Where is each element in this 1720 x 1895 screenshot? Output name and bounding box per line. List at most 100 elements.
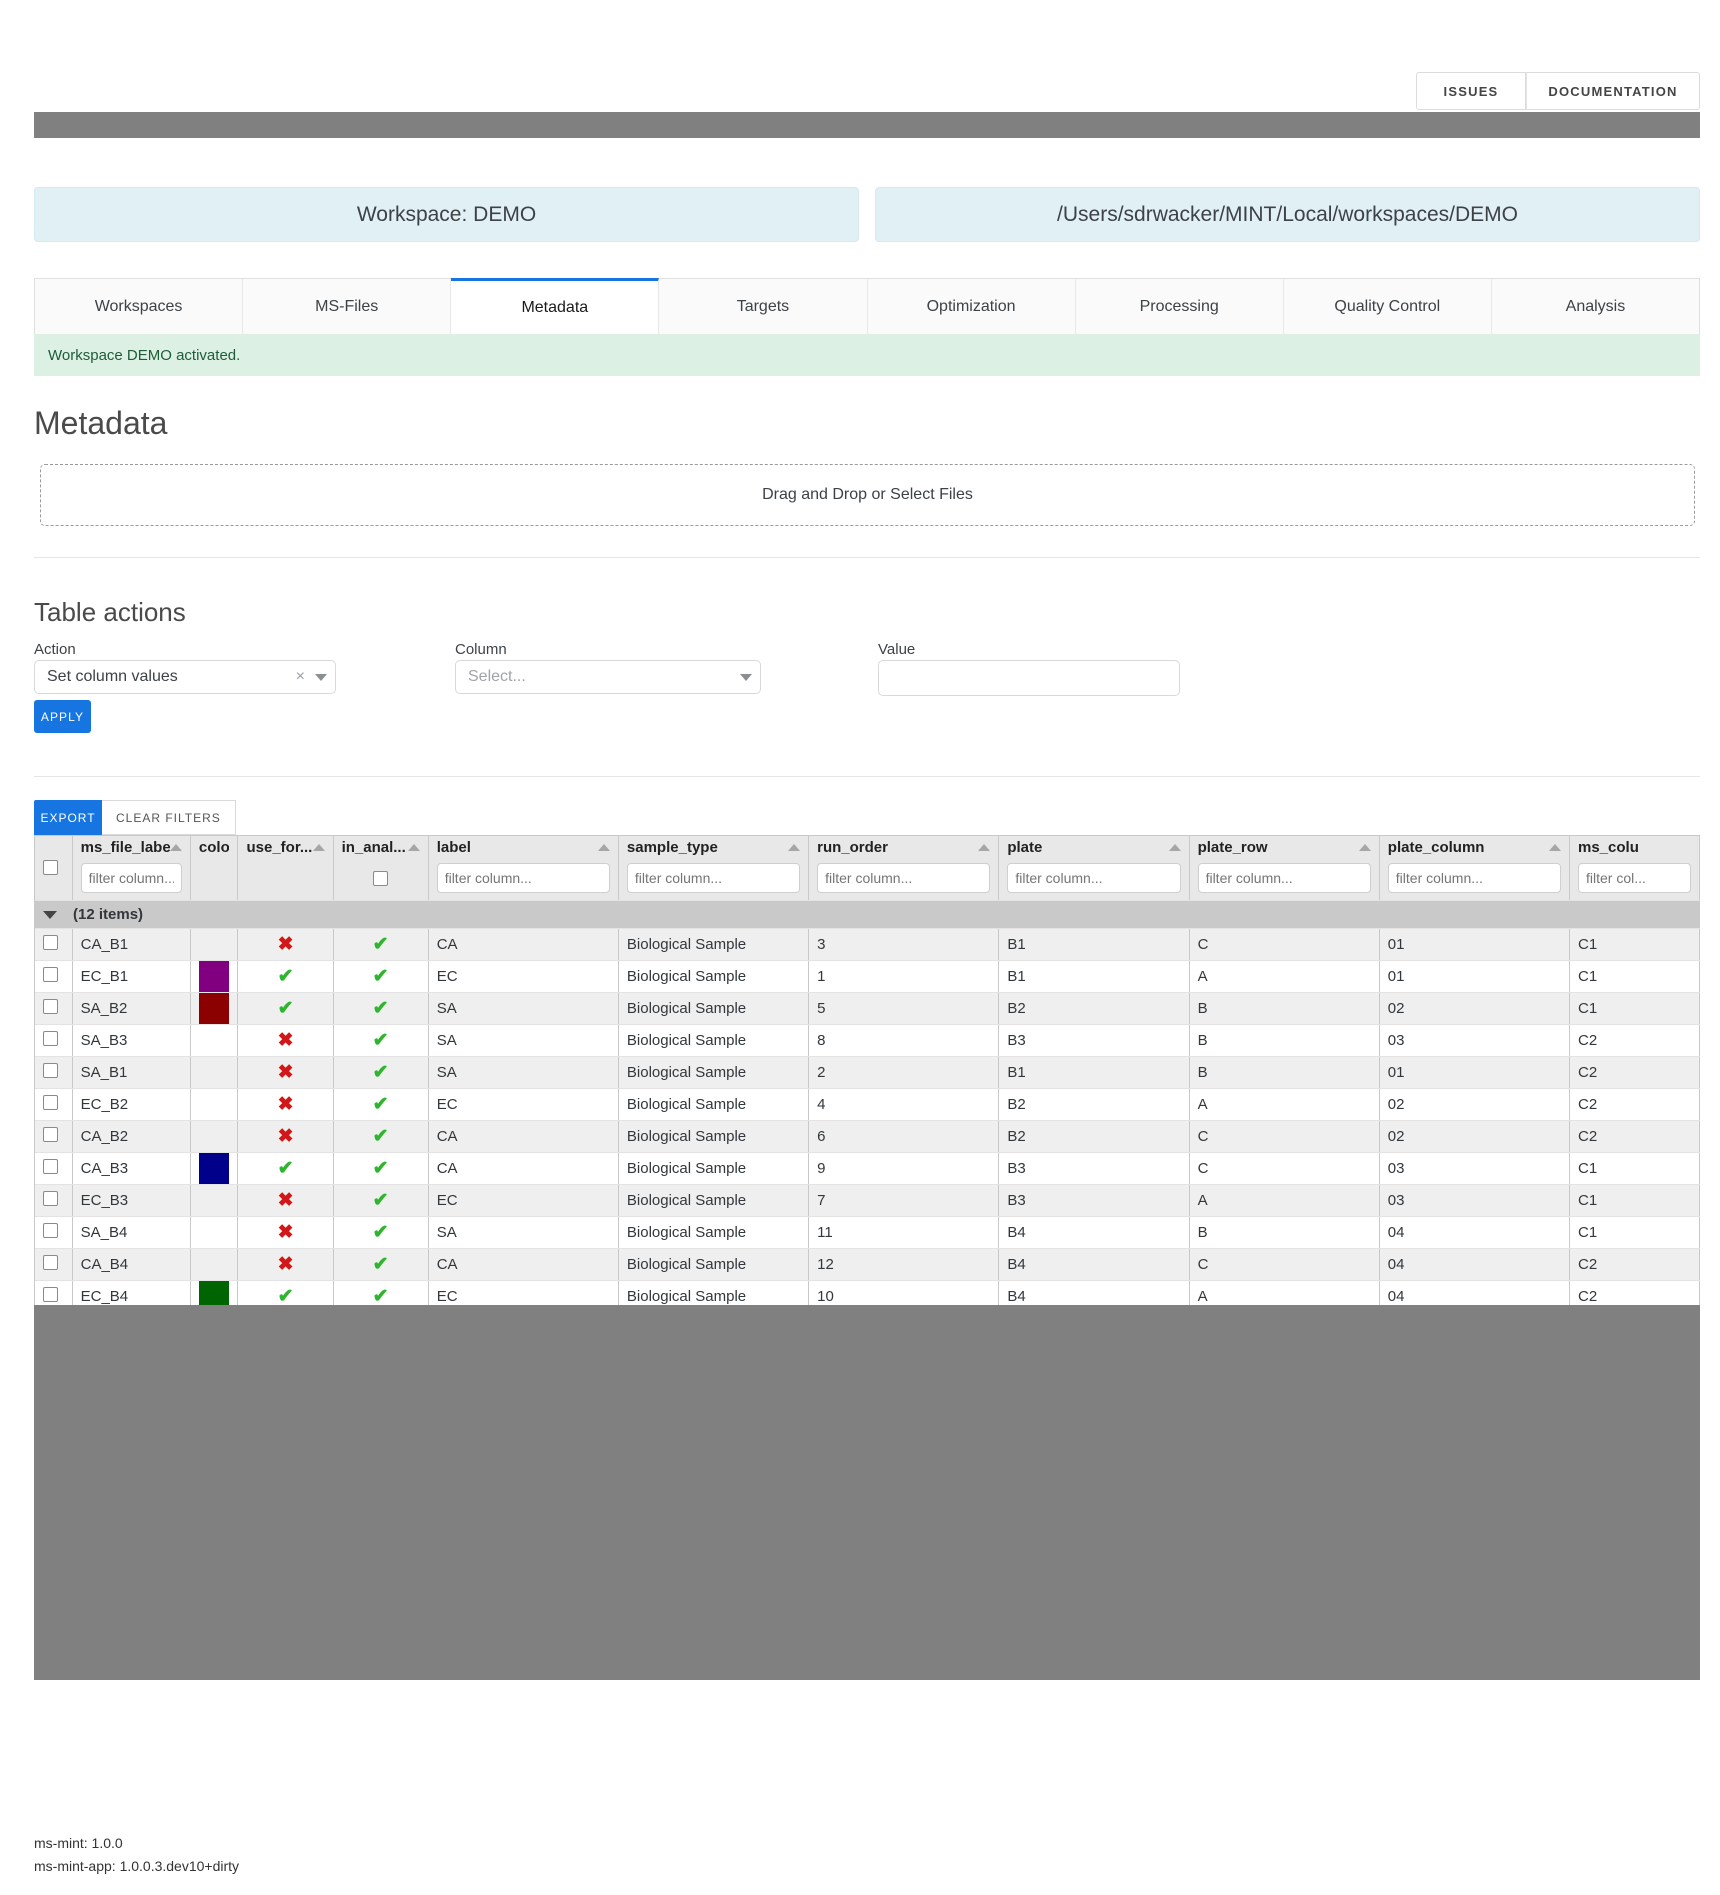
table-row[interactable]: EC_B4 ✔ ✔ EC Biological Sample 10 B4 A 04 C2 <box>35 1280 1700 1305</box>
cell-in_analysis[interactable]: ✔ <box>333 928 429 961</box>
filter-input-run_order[interactable] <box>817 863 991 893</box>
sort-ascending-icon[interactable] <box>788 843 801 851</box>
metadata-table-wrapper[interactable]: ms_file_label color use_for... in_anal... la… <box>34 835 1700 1305</box>
table-row[interactable]: EC_B2 ✖ ✔ EC Biological Sample 4 B2 A 02 C2 <box>35 1088 1700 1121</box>
row-select-checkbox[interactable] <box>43 1063 58 1078</box>
issues-button[interactable]: ISSUES <box>1416 72 1526 110</box>
row-select-checkbox[interactable] <box>43 1127 58 1142</box>
row-select-checkbox[interactable] <box>43 999 58 1014</box>
clear-filters-button[interactable]: CLEAR FILTERS <box>102 800 236 835</box>
table-row[interactable]: SA_B2 ✔ ✔ SA Biological Sample 5 B2 B 02 C1 <box>35 992 1700 1025</box>
cell-in_analysis[interactable]: ✔ <box>333 1280 429 1305</box>
tab-metadata[interactable]: Metadata <box>451 278 660 335</box>
sort-ascending-icon[interactable] <box>597 843 610 851</box>
row-select-checkbox[interactable] <box>43 1191 58 1206</box>
filter-input-ms_file_label[interactable] <box>80 863 182 893</box>
color-swatch-cell[interactable] <box>190 1088 239 1121</box>
select-all-checkbox[interactable] <box>43 859 58 875</box>
sort-ascending-icon[interactable] <box>312 843 325 851</box>
apply-button[interactable]: APPLY <box>34 700 91 733</box>
cell-use_for[interactable]: ✖ <box>237 1184 334 1217</box>
filter-input-label[interactable] <box>436 863 610 893</box>
cell-in_analysis[interactable]: ✔ <box>333 1024 429 1057</box>
filter-input-plate_row[interactable] <box>1197 863 1371 893</box>
table-row[interactable]: SA_B4 ✖ ✔ SA Biological Sample 11 B4 B 04 C1 <box>35 1216 1700 1249</box>
chevron-down-icon[interactable] <box>315 673 327 681</box>
color-swatch-cell[interactable] <box>190 960 239 993</box>
cell-in_analysis[interactable]: ✔ <box>333 1120 429 1153</box>
chevron-down-icon[interactable] <box>740 673 752 681</box>
row-select-checkbox[interactable] <box>43 1223 58 1238</box>
cell-use_for[interactable]: ✔ <box>237 960 334 993</box>
table-row[interactable]: CA_B2 ✖ ✔ CA Biological Sample 6 B2 C 02 C2 <box>35 1120 1700 1153</box>
row-select-checkbox[interactable] <box>43 935 58 950</box>
row-select-checkbox[interactable] <box>43 1159 58 1174</box>
cell-use_for[interactable]: ✖ <box>237 1248 334 1281</box>
row-select-checkbox[interactable] <box>43 1287 58 1302</box>
color-swatch-cell[interactable] <box>190 1216 239 1249</box>
tab-targets[interactable]: Targets <box>659 279 868 334</box>
sort-ascending-icon[interactable] <box>407 843 420 851</box>
cell-in_analysis[interactable]: ✔ <box>333 1248 429 1281</box>
filter-checkbox-in_analysis[interactable] <box>373 870 389 886</box>
clear-icon[interactable]: × <box>296 669 305 685</box>
color-swatch-cell[interactable] <box>190 1184 239 1217</box>
file-dropzone[interactable]: Drag and Drop or Select Files <box>40 464 1695 526</box>
tab-processing[interactable]: Processing <box>1075 279 1284 334</box>
tab-analysis[interactable]: Analysis <box>1491 279 1699 334</box>
cell-in_analysis[interactable]: ✔ <box>333 960 429 993</box>
row-select-checkbox[interactable] <box>43 1095 58 1110</box>
value-input[interactable] <box>878 660 1180 696</box>
cell-use_for[interactable]: ✖ <box>237 1088 334 1121</box>
cell-use_for[interactable]: ✖ <box>237 1120 334 1153</box>
cell-use_for[interactable]: ✖ <box>237 1216 334 1249</box>
color-swatch-cell[interactable] <box>190 1280 239 1305</box>
cell-use_for[interactable]: ✔ <box>237 1280 334 1305</box>
row-select-checkbox[interactable] <box>43 967 58 982</box>
color-swatch-cell[interactable] <box>190 1056 239 1089</box>
column-select[interactable]: Select... <box>455 660 761 694</box>
chevron-down-icon[interactable] <box>43 910 57 919</box>
color-swatch-cell[interactable] <box>190 1152 239 1185</box>
action-select[interactable]: Set column values × <box>34 660 336 694</box>
color-swatch-cell[interactable] <box>190 928 239 961</box>
row-select-checkbox[interactable] <box>43 1031 58 1046</box>
tab-quality-control[interactable]: Quality Control <box>1283 279 1492 334</box>
cell-in_analysis[interactable]: ✔ <box>333 1184 429 1217</box>
table-row[interactable]: EC_B3 ✖ ✔ EC Biological Sample 7 B3 A 03 C1 <box>35 1184 1700 1217</box>
filter-input-plate_column[interactable] <box>1387 863 1561 893</box>
color-swatch-cell[interactable] <box>190 1120 239 1153</box>
export-button[interactable]: EXPORT <box>34 800 102 835</box>
filter-input-sample_type[interactable] <box>626 863 801 893</box>
tab-ms-files[interactable]: MS-Files <box>243 279 452 334</box>
cell-use_for[interactable]: ✔ <box>237 992 334 1025</box>
items-count-row[interactable]: (12 items) <box>35 900 1700 929</box>
tab-optimization[interactable]: Optimization <box>867 279 1076 334</box>
filter-input-ms_column[interactable] <box>1578 863 1691 893</box>
table-row[interactable]: EC_B1 ✔ ✔ EC Biological Sample 1 B1 A 01 C1 <box>35 960 1700 993</box>
table-row[interactable]: SA_B1 ✖ ✔ SA Biological Sample 2 B1 B 01 C2 <box>35 1056 1700 1089</box>
sort-ascending-icon[interactable] <box>1549 843 1561 851</box>
documentation-button[interactable]: DOCUMENTATION <box>1526 72 1700 110</box>
color-swatch-cell[interactable] <box>190 1024 239 1057</box>
table-row[interactable]: CA_B1 ✖ ✔ CA Biological Sample 3 B1 C 01 C1 <box>35 928 1700 961</box>
table-row[interactable]: CA_B4 ✖ ✔ CA Biological Sample 12 B4 C 04 C2 <box>35 1248 1700 1281</box>
sort-ascending-icon[interactable] <box>169 843 182 851</box>
cell-in_analysis[interactable]: ✔ <box>333 992 429 1025</box>
cell-use_for[interactable]: ✖ <box>237 1056 334 1089</box>
color-swatch-cell[interactable] <box>190 992 239 1025</box>
cell-use_for[interactable]: ✖ <box>237 1024 334 1057</box>
sort-ascending-icon[interactable] <box>978 843 991 851</box>
tab-workspaces[interactable]: Workspaces <box>35 279 244 334</box>
cell-in_analysis[interactable]: ✔ <box>333 1152 429 1185</box>
sort-ascending-icon[interactable] <box>1358 843 1371 851</box>
table-row[interactable]: CA_B3 ✔ ✔ CA Biological Sample 9 B3 C 03 C1 <box>35 1152 1700 1185</box>
cell-in_analysis[interactable]: ✔ <box>333 1088 429 1121</box>
color-swatch-cell[interactable] <box>190 1248 239 1281</box>
cell-use_for[interactable]: ✖ <box>237 928 334 961</box>
cell-use_for[interactable]: ✔ <box>237 1152 334 1185</box>
sort-ascending-icon[interactable] <box>1168 843 1181 851</box>
filter-input-plate[interactable] <box>1007 863 1181 893</box>
table-row[interactable]: SA_B3 ✖ ✔ SA Biological Sample 8 B3 B 03 C2 <box>35 1024 1700 1057</box>
cell-in_analysis[interactable]: ✔ <box>333 1216 429 1249</box>
